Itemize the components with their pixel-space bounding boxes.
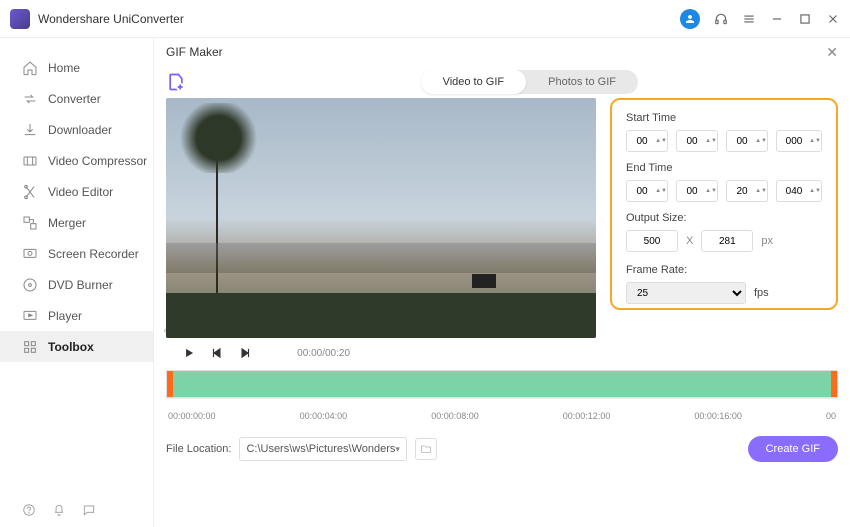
output-size-label: Output Size: <box>626 212 822 224</box>
output-width[interactable] <box>626 230 678 252</box>
px-unit: px <box>761 235 773 247</box>
sidebar-item-toolbox[interactable]: Toolbox <box>0 331 153 362</box>
sidebar-item-label: Downloader <box>48 123 112 137</box>
sidebar-item-dvd-burner[interactable]: DVD Burner <box>0 269 153 300</box>
app-window: Wondershare UniConverter Home Converter … <box>0 0 850 527</box>
open-folder-button[interactable] <box>415 438 437 460</box>
end-time-label: End Time <box>626 162 822 174</box>
content-panel: GIF Maker ✕ Video to GIF Photos to GIF <box>153 38 850 527</box>
sidebar-item-label: Video Editor <box>48 185 113 199</box>
start-time-ss[interactable]: ▲▼ <box>726 130 768 152</box>
file-location-label: File Location: <box>166 443 231 455</box>
size-separator: X <box>686 235 693 247</box>
app-title: Wondershare UniConverter <box>38 12 184 26</box>
output-height[interactable] <box>701 230 753 252</box>
sidebar-item-screen-recorder[interactable]: Screen Recorder <box>0 238 153 269</box>
prev-icon[interactable] <box>210 346 224 360</box>
settings-panel: Start Time ▲▼ ▲▼ ▲▼ ▲▼ End Time ▲▼ ▲▼ ▲▼… <box>610 98 838 310</box>
minimize-icon[interactable] <box>770 12 784 26</box>
maximize-icon[interactable] <box>798 12 812 26</box>
end-time-ss[interactable]: ▲▼ <box>726 180 768 202</box>
tab-photos-to-gif[interactable]: Photos to GIF <box>526 70 638 94</box>
end-time-hh[interactable]: ▲▼ <box>626 180 668 202</box>
sidebar-item-label: Home <box>48 61 80 75</box>
hamburger-icon[interactable] <box>742 12 756 26</box>
close-icon[interactable] <box>826 12 840 26</box>
sidebar-item-home[interactable]: Home <box>0 52 153 83</box>
sidebar-item-video-compressor[interactable]: Video Compressor <box>0 145 153 176</box>
add-media-icon[interactable] <box>166 72 186 92</box>
frame-rate-label: Frame Rate: <box>626 264 822 276</box>
playback-controls: 00:00/00:20 <box>166 338 596 364</box>
timeline-track[interactable] <box>166 370 838 398</box>
avatar-icon[interactable] <box>680 9 700 29</box>
time-display: 00:00/00:20 <box>297 348 350 359</box>
notification-icon[interactable] <box>52 503 66 517</box>
tab-video-to-gif[interactable]: Video to GIF <box>421 70 527 94</box>
sidebar-item-converter[interactable]: Converter <box>0 83 153 114</box>
start-time-ms[interactable]: ▲▼ <box>776 130 822 152</box>
end-time-ms[interactable]: ▲▼ <box>776 180 822 202</box>
timeline-handle-end[interactable] <box>831 371 837 397</box>
fps-unit: fps <box>754 287 769 299</box>
sidebar-item-player[interactable]: Player <box>0 300 153 331</box>
headset-icon[interactable] <box>714 12 728 26</box>
file-location-select[interactable]: C:\Users\ws\Pictures\Wonders ▾ <box>239 437 406 461</box>
end-time-mm[interactable]: ▲▼ <box>676 180 718 202</box>
sidebar-item-video-editor[interactable]: Video Editor <box>0 176 153 207</box>
panel-close-icon[interactable]: ✕ <box>826 44 838 61</box>
create-gif-button[interactable]: Create GIF <box>748 436 838 462</box>
frame-rate-select[interactable]: 25 <box>626 282 746 304</box>
chevron-down-icon: ▾ <box>395 444 400 455</box>
app-logo-icon <box>10 9 30 29</box>
panel-title: GIF Maker <box>166 45 223 59</box>
sidebar-item-merger[interactable]: Merger <box>0 207 153 238</box>
sidebar-item-label: Screen Recorder <box>48 247 139 261</box>
sidebar: Home Converter Downloader Video Compress… <box>0 38 153 527</box>
start-time-label: Start Time <box>626 112 822 124</box>
sidebar-item-label: DVD Burner <box>48 278 113 292</box>
start-time-mm[interactable]: ▲▼ <box>676 130 718 152</box>
help-icon[interactable] <box>22 503 36 517</box>
next-icon[interactable] <box>238 346 252 360</box>
video-preview <box>166 98 596 338</box>
sidebar-item-label: Player <box>48 309 82 323</box>
timeline-ticks: 00:00:00:00 00:00:04:00 00:00:08:00 00:0… <box>166 398 838 424</box>
play-icon[interactable] <box>182 346 196 360</box>
start-time-hh[interactable]: ▲▼ <box>626 130 668 152</box>
chat-icon[interactable] <box>82 503 96 517</box>
footer-icons <box>0 493 153 527</box>
timeline-handle-start[interactable] <box>167 371 173 397</box>
sidebar-item-label: Toolbox <box>48 340 94 354</box>
sidebar-item-label: Converter <box>48 92 101 106</box>
sidebar-item-label: Merger <box>48 216 86 230</box>
tab-switch: Video to GIF Photos to GIF <box>421 70 638 94</box>
titlebar: Wondershare UniConverter <box>0 0 850 38</box>
sidebar-item-downloader[interactable]: Downloader <box>0 114 153 145</box>
sidebar-item-label: Video Compressor <box>48 154 147 168</box>
timeline: 00:00:00:00 00:00:04:00 00:00:08:00 00:0… <box>166 364 838 424</box>
